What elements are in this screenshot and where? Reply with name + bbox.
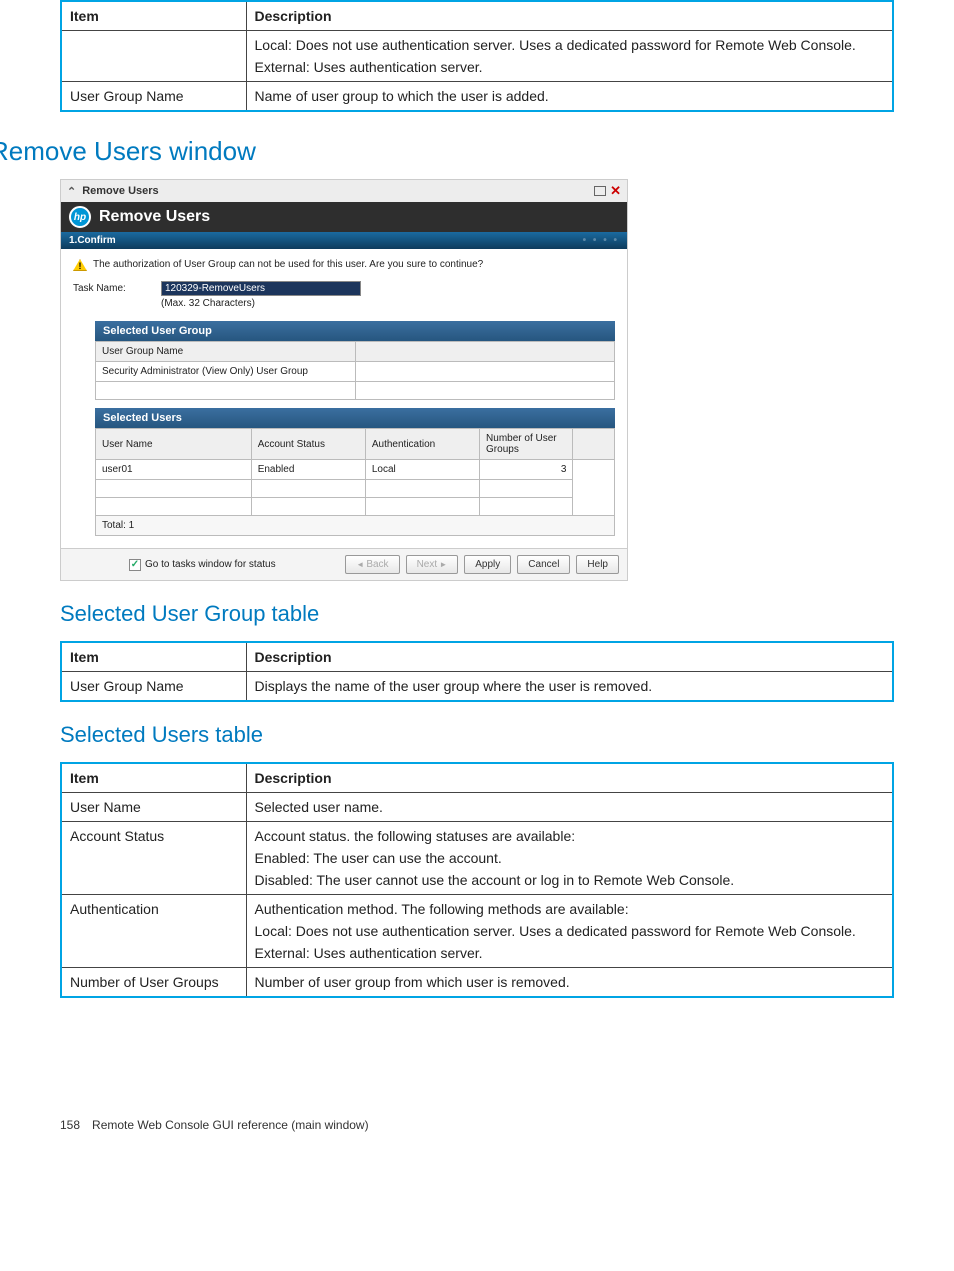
go-to-tasks-label: Go to tasks window for status: [145, 559, 276, 570]
selected-users-doc-table: Item Description User Name Selected user…: [60, 762, 894, 998]
page-footer-text: Remote Web Console GUI reference (main w…: [92, 1118, 369, 1132]
su-th-user[interactable]: User Name: [96, 429, 252, 460]
cell-user: user01: [96, 460, 252, 480]
t3-r4-desc: Number of user group from which user is …: [246, 968, 893, 998]
t3-head-item: Item: [61, 763, 246, 793]
cell-auth: Local: [365, 460, 479, 480]
t3-r3-item: Authentication: [61, 895, 246, 968]
selected-users-section: Selected Users User Name Account Status …: [95, 408, 615, 536]
t3-r3-p3: External: Uses authentication server.: [255, 945, 885, 961]
t2-r1-item: User Group Name: [61, 672, 246, 702]
t3-r2-p3: Disabled: The user cannot use the accoun…: [255, 872, 885, 888]
t3-r1-desc: Selected user name.: [246, 793, 893, 822]
warning-icon: [73, 259, 87, 271]
t3-r4-item: Number of User Groups: [61, 968, 246, 998]
step-dots-icon: • • • •: [583, 235, 619, 246]
t3-r3-p2: Local: Does not use authentication serve…: [255, 923, 885, 939]
t3-r2-p2: Enabled: The user can use the account.: [255, 850, 885, 866]
page-footer: 158 Remote Web Console GUI reference (ma…: [60, 1118, 894, 1132]
apply-button[interactable]: Apply: [464, 555, 511, 574]
selected-users-total: Total: 1: [95, 515, 615, 536]
col-description-header: Description: [246, 1, 893, 31]
heading-selected-user-group-table: Selected User Group table: [60, 601, 894, 627]
help-button[interactable]: Help: [576, 555, 619, 574]
go-to-tasks-checkbox[interactable]: ✓: [129, 559, 141, 571]
su-th-num[interactable]: Number of User Groups: [480, 429, 573, 460]
close-icon[interactable]: ✕: [610, 183, 621, 199]
selected-user-group-doc-table: Item Description User Group Name Display…: [60, 641, 894, 702]
sug-blank: [355, 362, 615, 382]
t3-r3-desc: Authentication method. The following met…: [246, 895, 893, 968]
scrollbar[interactable]: [573, 460, 615, 516]
su-empty2b: [251, 498, 365, 516]
su-empty2d: [480, 498, 573, 516]
row1-desc-p1: Local: Does not use authentication serve…: [255, 37, 885, 53]
warning-row: The authorization of User Group can not …: [73, 259, 615, 271]
task-name-label: Task Name:: [73, 281, 153, 294]
su-empty2a: [96, 498, 252, 516]
window-titlebar[interactable]: ⌃ Remove Users ✕: [61, 180, 627, 202]
table-row[interactable]: user01 Enabled Local 3: [96, 460, 615, 480]
t2-head-item: Item: [61, 642, 246, 672]
cancel-button[interactable]: Cancel: [517, 555, 570, 574]
next-button[interactable]: Next: [406, 555, 459, 574]
su-empty1b: [251, 480, 365, 498]
su-empty1a: [96, 480, 252, 498]
warning-text: The authorization of User Group can not …: [93, 259, 483, 270]
su-th-auth[interactable]: Authentication: [365, 429, 479, 460]
t3-r3-p1: Authentication method. The following met…: [255, 901, 885, 917]
banner: hp Remove Users: [61, 202, 627, 232]
col-item-header: Item: [61, 1, 246, 31]
selected-user-group-header: Selected User Group: [95, 321, 615, 341]
step-label: 1.Confirm: [69, 235, 116, 246]
t3-r2-desc: Account status. the following statuses a…: [246, 822, 893, 895]
t3-r2-item: Account Status: [61, 822, 246, 895]
sug-empty-row2: [355, 382, 615, 400]
row1-item: [61, 31, 246, 82]
banner-title: Remove Users: [99, 208, 210, 226]
cell-status: Enabled: [251, 460, 365, 480]
task-name-input[interactable]: [161, 281, 361, 296]
heading-selected-users-table: Selected Users table: [60, 722, 894, 748]
maximize-icon[interactable]: [594, 186, 606, 196]
sug-col-blank: [355, 342, 615, 362]
row1-desc: Local: Does not use authentication serve…: [246, 31, 893, 82]
sug-col-name: User Group Name: [96, 342, 356, 362]
su-th-status[interactable]: Account Status: [251, 429, 365, 460]
sug-empty-row: [96, 382, 356, 400]
cell-num: 3: [480, 460, 573, 480]
wizard-step-bar: 1.Confirm • • • •: [61, 232, 627, 249]
su-empty1d: [480, 480, 573, 498]
selected-user-group-section: Selected User Group User Group Name Secu…: [95, 321, 615, 400]
page-number: 158: [60, 1118, 80, 1132]
row1-desc-p2: External: Uses authentication server.: [255, 59, 885, 75]
sug-value: Security Administrator (View Only) User …: [96, 362, 356, 382]
back-button[interactable]: Back: [345, 555, 399, 574]
row2-item: User Group Name: [61, 82, 246, 112]
su-empty2c: [365, 498, 479, 516]
t2-head-desc: Description: [246, 642, 893, 672]
hp-logo-icon: hp: [69, 206, 91, 228]
scrollbar-gutter: [573, 429, 615, 460]
su-empty1c: [365, 480, 479, 498]
selected-users-header: Selected Users: [95, 408, 615, 428]
task-name-hint: (Max. 32 Characters): [161, 298, 361, 309]
window-title: Remove Users: [82, 185, 158, 197]
heading-remove-users-window: Remove Users window: [0, 136, 894, 167]
t3-r2-p1: Account status. the following statuses a…: [255, 828, 885, 844]
t3-r1-item: User Name: [61, 793, 246, 822]
authentication-table: Item Description Local: Does not use aut…: [60, 0, 894, 112]
t2-r1-desc: Displays the name of the user group wher…: [246, 672, 893, 702]
collapse-icon[interactable]: ⌃: [67, 185, 76, 198]
t3-head-desc: Description: [246, 763, 893, 793]
window-footer: ✓ Go to tasks window for status Back Nex…: [61, 548, 627, 580]
remove-users-window-screenshot: ⌃ Remove Users ✕ hp Remove Users 1.Confi…: [60, 179, 628, 581]
row2-desc: Name of user group to which the user is …: [246, 82, 893, 112]
